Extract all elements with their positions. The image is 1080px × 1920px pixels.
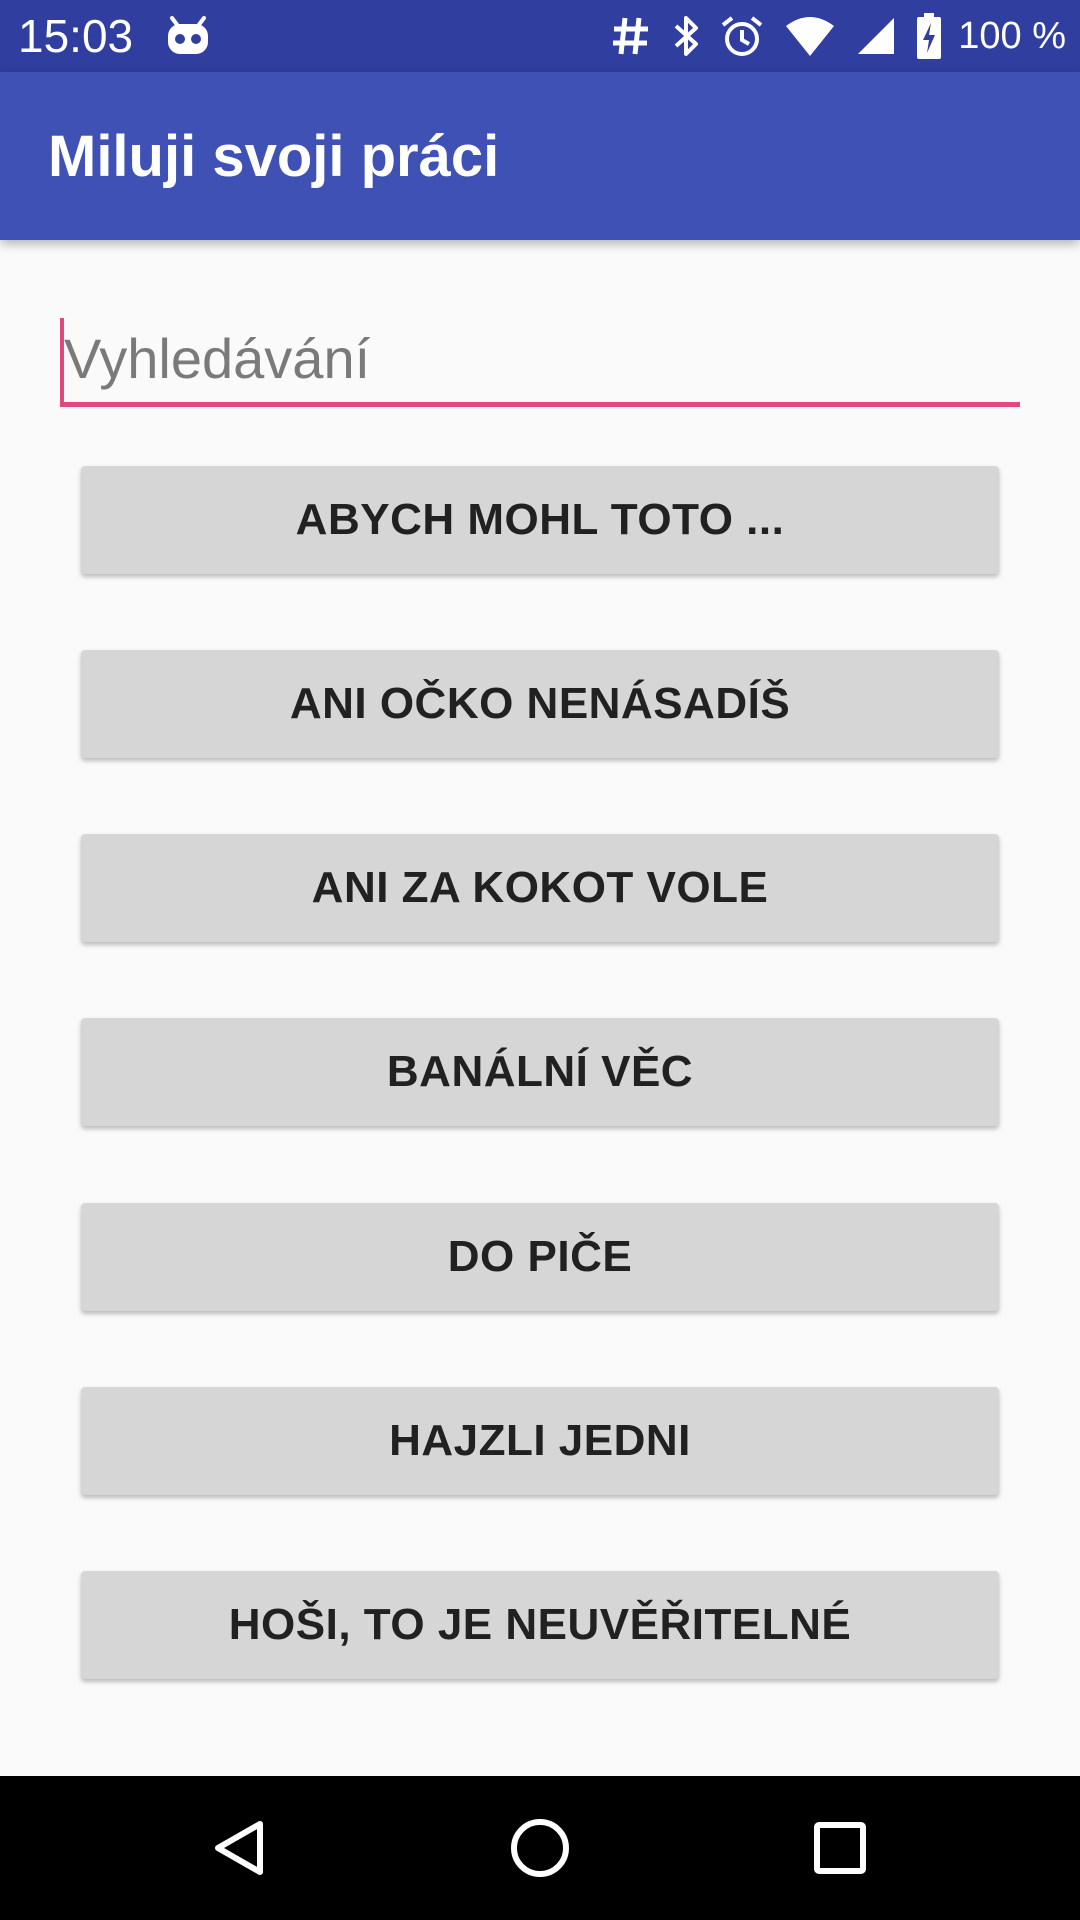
phrase-button[interactable]: ANI ZA KOKOT VOLE <box>81 834 999 942</box>
text-cursor <box>60 318 64 402</box>
home-icon[interactable] <box>504 1812 576 1884</box>
phrase-button[interactable]: HAJZLI JEDNI <box>81 1387 999 1495</box>
phrase-button[interactable]: BANÁLNÍ VĚC <box>81 1018 999 1126</box>
phrase-button[interactable]: DO PIČE <box>81 1203 999 1311</box>
alarm-icon <box>720 14 764 58</box>
search-input[interactable] <box>60 316 1020 400</box>
recents-icon[interactable] <box>804 1812 876 1884</box>
hash-icon <box>610 14 652 58</box>
back-icon[interactable] <box>204 1812 276 1884</box>
wifi-icon <box>784 16 836 56</box>
status-time: 15:03 <box>18 10 134 62</box>
signal-icon <box>856 16 896 56</box>
app-bar: Miluji svoji práci <box>0 72 1080 240</box>
status-icons: 100 % <box>610 10 1066 62</box>
cyanogen-icon <box>166 14 210 61</box>
phrase-button[interactable]: ABYCH MOHL TOTO ... <box>81 466 999 574</box>
battery-percent: 100 % <box>958 15 1066 57</box>
search-field[interactable] <box>60 316 1020 408</box>
phrase-button[interactable]: ANI OČKO NENÁSADÍŠ <box>81 650 999 758</box>
phrase-button[interactable]: HOŠI, TO JE NEUVĚŘITELNÉ <box>81 1571 999 1679</box>
bluetooth-icon <box>672 14 700 58</box>
battery-charging-icon <box>916 13 942 59</box>
navigation-bar <box>0 1776 1080 1920</box>
app-title: Miluji svoji práci <box>48 124 500 189</box>
search-underline <box>60 402 1020 407</box>
status-bar: 15:03 100 % <box>0 0 1080 72</box>
